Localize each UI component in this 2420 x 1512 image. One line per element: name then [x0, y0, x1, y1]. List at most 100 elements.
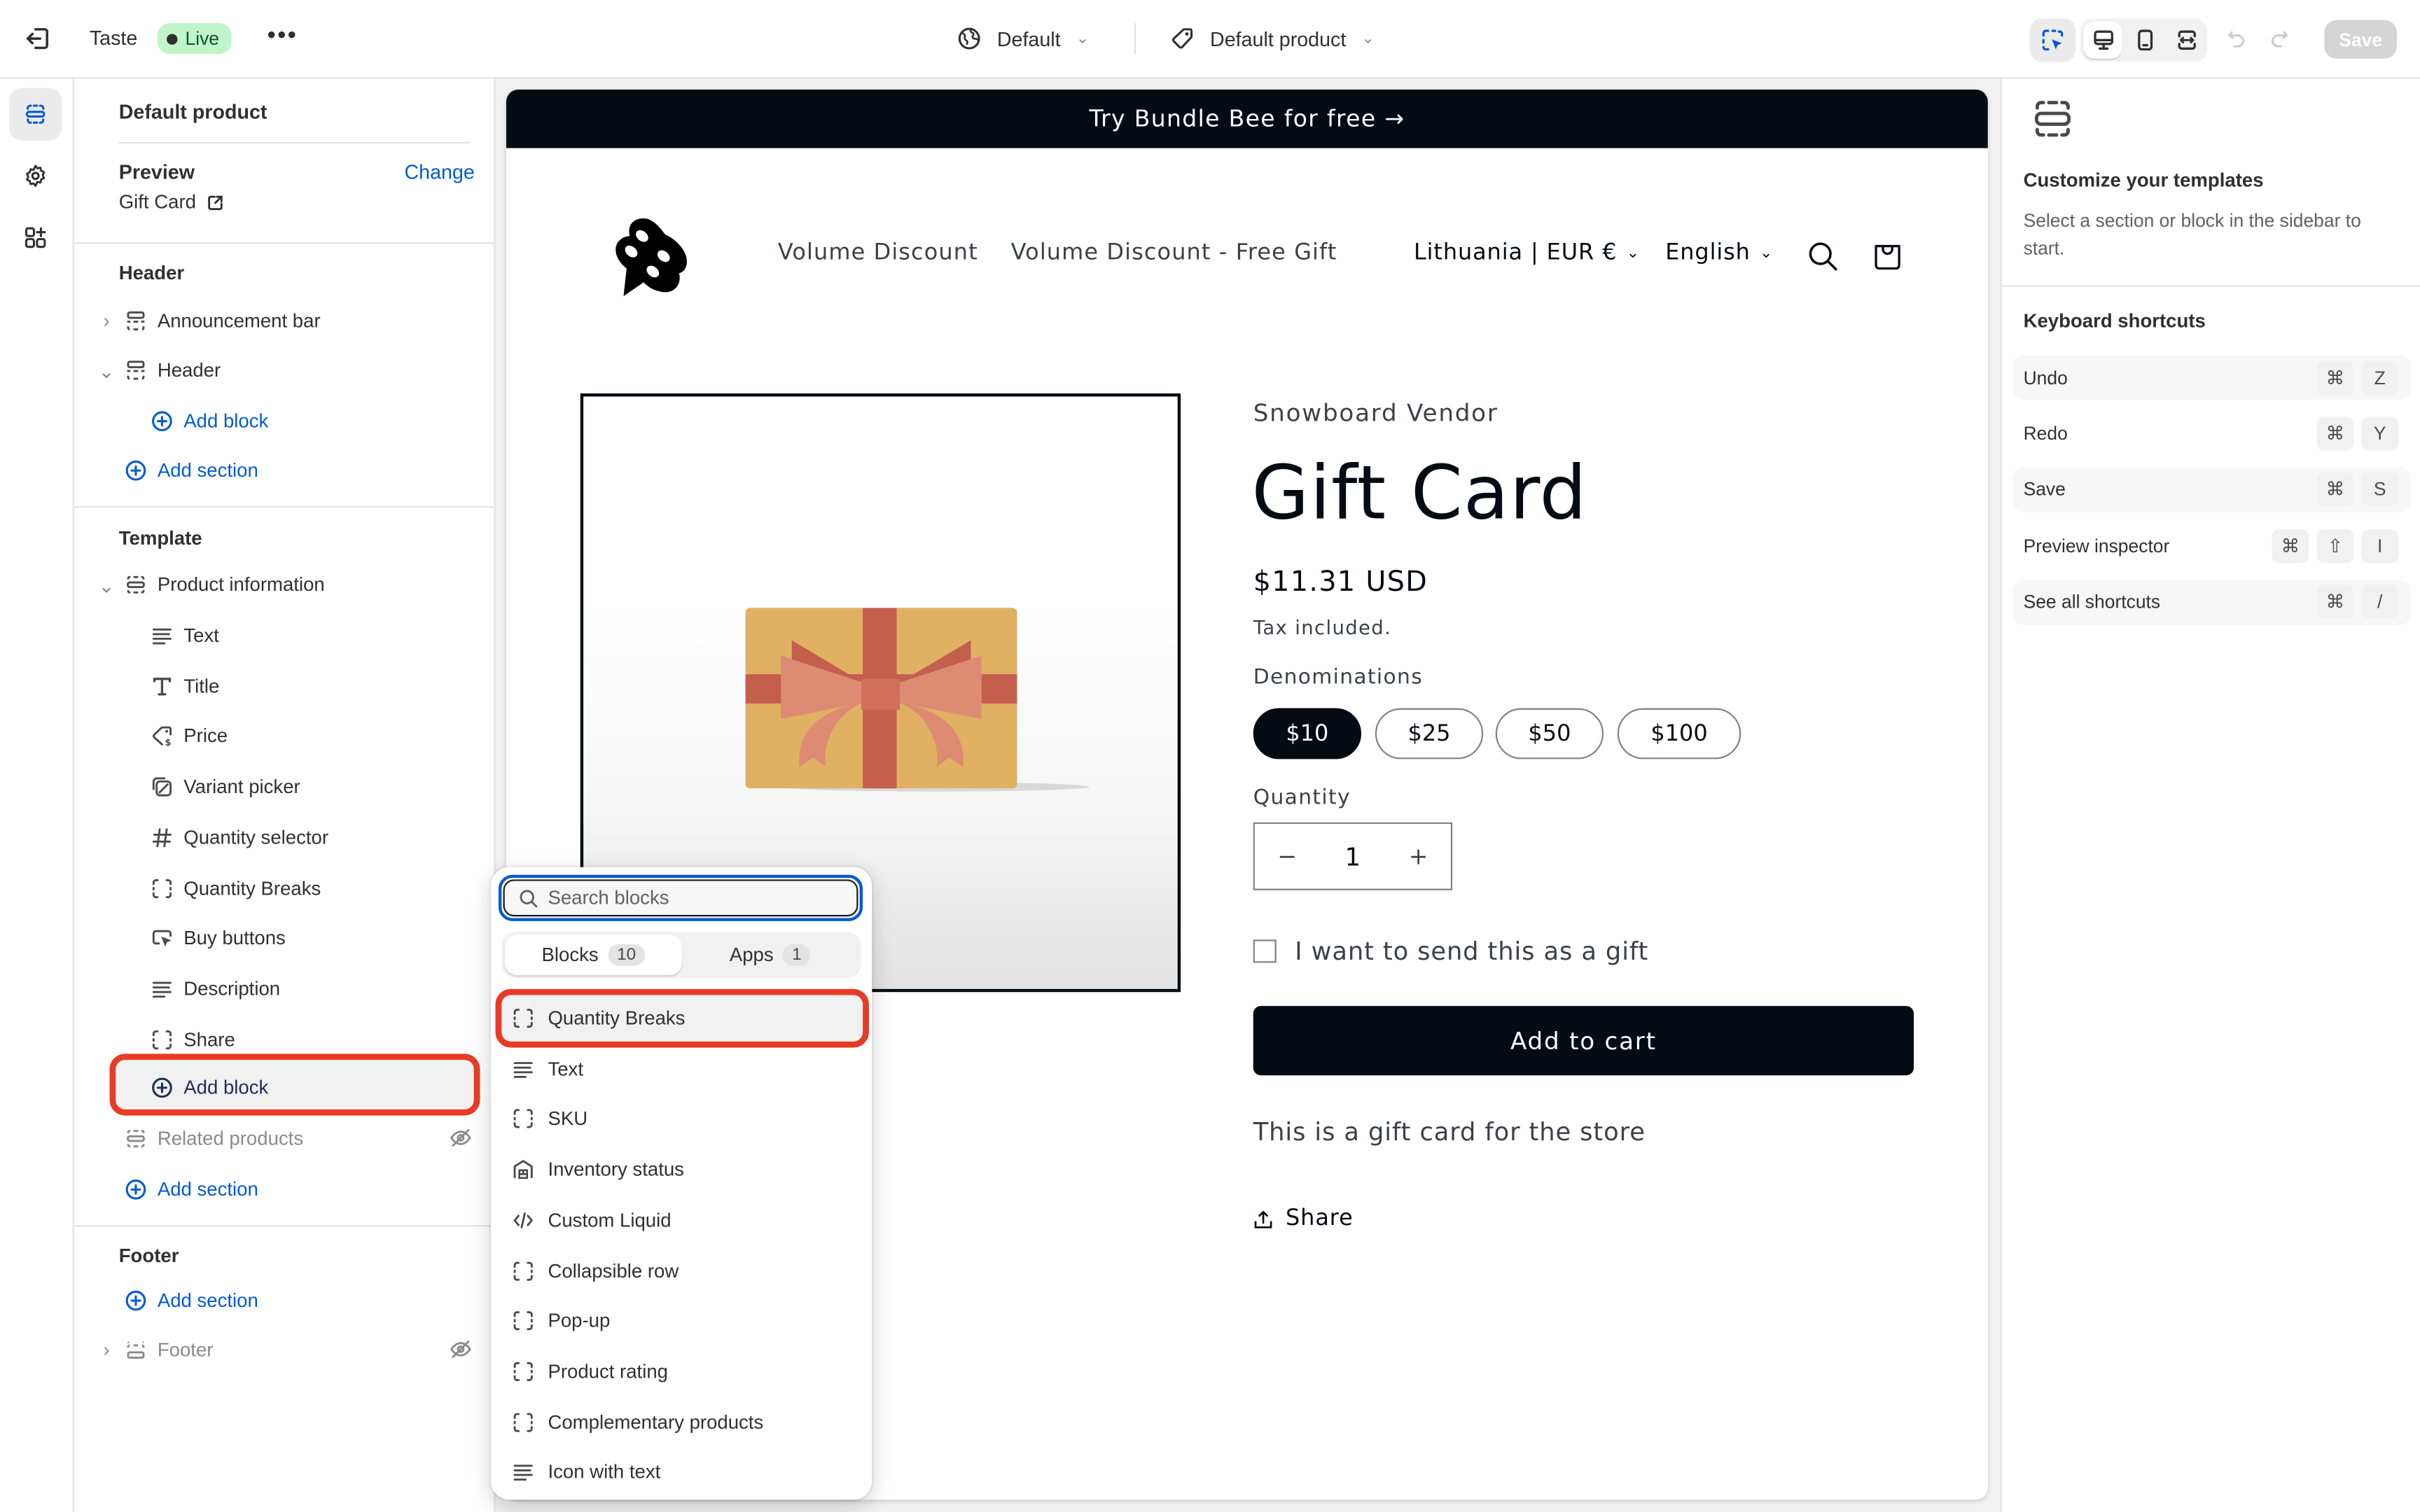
denomination-option-100[interactable]: $100 [1617, 708, 1741, 760]
sidebar-item-label: Footer [157, 1339, 214, 1362]
undo-button[interactable] [2219, 22, 2253, 55]
save-button[interactable]: Save [2324, 20, 2397, 59]
rail-settings-button[interactable] [9, 150, 62, 202]
nav-link-volume-discount[interactable]: Volume Discount [778, 241, 978, 265]
viewport-switcher [2080, 18, 2207, 62]
language-selector[interactable]: English ⌄ [1665, 241, 1773, 265]
nav-link-volume-discount-free-gift[interactable]: Volume Discount - Free Gift [1011, 241, 1337, 265]
sidebar-item-product-information[interactable]: ⌄ Product information [92, 563, 485, 606]
chevron-right-icon[interactable]: › [96, 1339, 118, 1361]
chevron-down-icon[interactable]: ⌄ [96, 573, 118, 596]
language-selector-label: English [1665, 240, 1751, 266]
product-vendor: Snowboard Vendor [1253, 399, 1498, 428]
template-selector-label: Default product [1210, 27, 1347, 50]
eye-slash-icon[interactable] [449, 1338, 472, 1361]
chevron-right-icon[interactable]: › [96, 310, 118, 332]
block-option-complementary-products[interactable]: Complementary products [513, 1400, 852, 1443]
key-cap: S [2361, 472, 2399, 507]
cart-icon[interactable] [1869, 237, 1906, 274]
desktop-view-button[interactable] [2083, 21, 2123, 59]
template-add-block-button[interactable]: Add block [92, 1066, 508, 1110]
sidebar-item-header[interactable]: ⌄ Header [92, 349, 485, 392]
chevron-down-icon[interactable]: ⌄ [96, 358, 118, 382]
fullwidth-view-button[interactable] [2168, 22, 2207, 59]
chevron-down-icon: ⌄ [1361, 29, 1375, 48]
sidebar-item-announcement-bar[interactable]: › Announcement bar [92, 300, 485, 343]
top-bar: Taste Live ••• Default ⌄ Default product… [0, 0, 2420, 79]
theme-selector[interactable]: Default ⌄ [957, 22, 1089, 55]
block-option-text[interactable]: Text [513, 1047, 852, 1091]
block-option-sku[interactable]: SKU [513, 1098, 852, 1141]
rail-apps-button[interactable] [9, 211, 62, 264]
template-selector[interactable]: Default product ⌄ [1170, 22, 1375, 55]
tab-apps[interactable]: Apps 1 [682, 935, 858, 975]
redo-button[interactable] [2262, 22, 2296, 55]
apps-add-icon [25, 227, 46, 248]
sidebar-block-title[interactable]: Title [92, 664, 508, 708]
header-add-block-button[interactable]: Add block [92, 400, 508, 443]
block-option-icon-with-text[interactable]: Icon with text [513, 1451, 852, 1494]
block-option-label: Product rating [548, 1360, 668, 1382]
eye-slash-icon[interactable] [449, 1126, 472, 1149]
add-block-label: Add block [183, 410, 269, 433]
sidebar-item-label: Description [183, 978, 281, 1000]
quantity-decrease-button[interactable]: − [1255, 842, 1320, 870]
sidebar-block-buy-buttons[interactable]: Buy buttons [92, 917, 508, 960]
store-name: Taste [89, 26, 138, 50]
search-blocks-input[interactable] [548, 887, 842, 909]
block-option-inventory-status[interactable]: Inventory status [513, 1148, 852, 1191]
sidebar-block-description[interactable]: Description [92, 967, 508, 1011]
expand-horizontal-icon [2178, 30, 2197, 50]
more-actions-button[interactable]: ••• [265, 22, 299, 55]
quantity-input[interactable]: 1 [1320, 841, 1386, 871]
block-option-pop-up[interactable]: Pop-up [513, 1299, 852, 1343]
inspector-toggle-button[interactable] [2029, 18, 2076, 62]
add-to-cart-button[interactable]: Add to cart [1253, 1006, 1914, 1076]
sidebar-block-price[interactable]: $ Price [92, 715, 508, 758]
change-preview-link[interactable]: Change [404, 160, 474, 183]
globe-icon [958, 27, 980, 50]
sidebar-item-related-products[interactable]: Related products [92, 1117, 485, 1161]
block-option-label: Icon with text [548, 1461, 661, 1483]
denomination-option-50[interactable]: $50 [1495, 708, 1604, 760]
share-label: Share [1286, 1206, 1354, 1231]
announcement-bar[interactable]: Try Bundle Bee for free → [506, 89, 1988, 148]
denomination-option-25[interactable]: $25 [1375, 708, 1484, 760]
block-option-collapsible-row[interactable]: Collapsible row [513, 1249, 852, 1292]
shortcut-label: See all shortcuts [2023, 591, 2161, 613]
preview-product-link[interactable]: Gift Card [119, 191, 224, 213]
shortcut-label: Save [2023, 478, 2066, 500]
search-icon[interactable] [1804, 237, 1842, 274]
store-logo-icon[interactable] [608, 213, 697, 302]
header-add-section-button[interactable]: Add section [92, 449, 485, 492]
block-option-product-rating[interactable]: Product rating [513, 1350, 852, 1393]
country-selector[interactable]: Lithuania | EUR € ⌄ [1414, 241, 1640, 265]
warehouse-icon [513, 1158, 534, 1180]
quantity-increase-button[interactable]: + [1386, 842, 1451, 870]
exit-button[interactable] [22, 22, 55, 55]
block-option-custom-liquid[interactable]: Custom Liquid [513, 1198, 852, 1242]
key-cap: ⌘ [2316, 360, 2354, 395]
divider [74, 242, 494, 244]
group-footer-label: Footer [118, 1245, 179, 1267]
section-icon [123, 573, 148, 597]
mobile-view-button[interactable] [2126, 22, 2165, 59]
block-option-quantity-breaks[interactable]: Quantity Breaks [513, 997, 852, 1040]
sidebar-block-quantity-breaks[interactable]: Quantity Breaks [92, 867, 508, 910]
share-button[interactable]: Share [1253, 1207, 1354, 1231]
sidebar-item-footer[interactable]: › Footer [92, 1329, 485, 1372]
tab-blocks[interactable]: Blocks 10 [504, 934, 683, 975]
divider [118, 141, 471, 144]
footer-add-section-button[interactable]: Add section [92, 1279, 485, 1322]
gift-checkbox-row[interactable]: I want to send this as a gift [1253, 937, 1649, 966]
sidebar-block-text[interactable]: Text [92, 614, 508, 657]
sidebar-block-variant-picker[interactable]: Variant picker [92, 765, 508, 808]
denomination-option-10[interactable]: $10 [1253, 708, 1362, 760]
search-blocks-field[interactable] [498, 874, 863, 921]
section-icon [123, 358, 148, 382]
template-add-section-button[interactable]: Add section [92, 1168, 485, 1212]
rail-sections-button[interactable] [9, 88, 62, 141]
sidebar-block-quantity-selector[interactable]: Quantity selector [92, 816, 508, 860]
gift-checkbox[interactable] [1253, 939, 1277, 963]
sections-icon [2034, 101, 2071, 137]
